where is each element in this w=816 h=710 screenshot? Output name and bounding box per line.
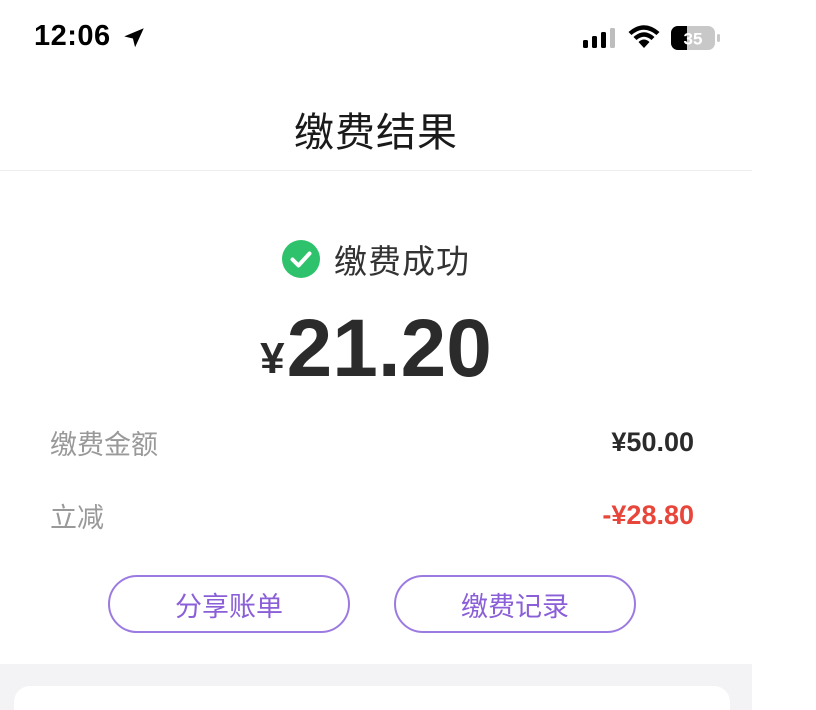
- discount-value: -¥28.80: [602, 499, 694, 530]
- detail-row-payment-amount: 缴费金额 ¥50.00: [50, 422, 694, 462]
- status-bar: 12:06 35: [0, 0, 752, 76]
- payment-records-button[interactable]: 缴费记录: [394, 575, 636, 633]
- battery-level: 35: [684, 30, 703, 49]
- currency-symbol: ¥: [260, 334, 285, 383]
- detail-row-discount: 立减 -¥28.80: [50, 495, 694, 535]
- status-time: 12:06: [34, 20, 111, 52]
- detail-value: ¥50.00: [611, 426, 694, 457]
- location-arrow-icon: [124, 28, 144, 48]
- detail-label: 立减: [50, 502, 104, 534]
- battery-icon: 35: [671, 26, 720, 50]
- paid-amount: ¥ 21.20: [0, 300, 752, 390]
- bottom-card: [14, 686, 730, 710]
- amount-value: 21.20: [286, 303, 492, 394]
- wifi-icon: [628, 25, 660, 48]
- page-title: 缴费结果: [294, 110, 458, 156]
- check-circle-icon: [282, 240, 320, 278]
- payment-result-page: 12:06 35 缴费结果 缴费成功 ¥ 21.20 缴费金额 ¥50.00 立…: [0, 0, 816, 710]
- result-header: 缴费成功: [0, 236, 752, 282]
- payment-status-text: 缴费成功: [334, 242, 470, 281]
- signal-icon: [583, 28, 615, 48]
- share-bill-button[interactable]: 分享账单: [108, 575, 350, 633]
- detail-label: 缴费金额: [50, 429, 158, 461]
- nav-bar: 缴费结果: [0, 76, 752, 171]
